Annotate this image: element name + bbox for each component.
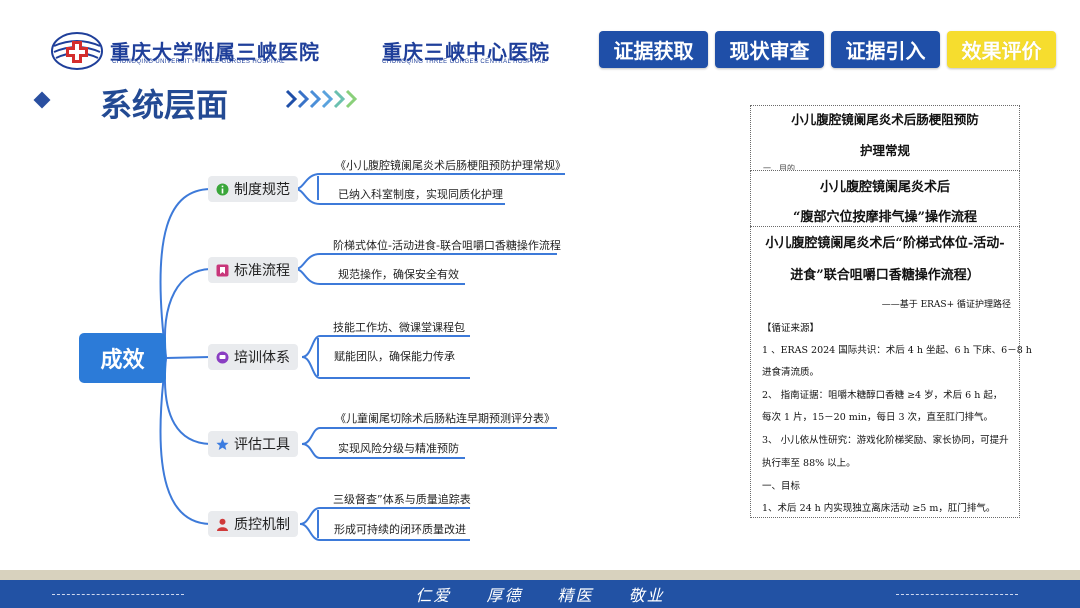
doc3-line: 3、 小儿依从性研究：游戏化阶梯奖励、家长协同，可提升 bbox=[762, 435, 1009, 446]
leaf-text: 《儿童阑尾切除术后肠粘连早期预测评分表》 bbox=[335, 412, 555, 425]
doc3-line: 1 、ERAS 2024 国际共识：术后 4 h 坐起、6 h 下床、6－8 h bbox=[762, 345, 1032, 356]
motto-word: 精医 bbox=[557, 586, 594, 605]
leaf-text: 《小儿腹腔镜阑尾炎术后肠梗阻预防护理常规》 bbox=[335, 159, 566, 172]
footer-band bbox=[0, 570, 1080, 580]
doc2-title-line1: 小儿腹腔镜阑尾炎术后 bbox=[819, 180, 950, 195]
doc3-line: 进食清流质。 bbox=[762, 367, 820, 378]
branch-institution: 制度规范 bbox=[208, 176, 298, 202]
branch-label: 培训体系 bbox=[234, 350, 290, 366]
doc3-line: 执行率至 88% 以上。 bbox=[762, 458, 856, 469]
branch-standard-process: 标准流程 bbox=[208, 257, 298, 283]
doc3-title-line1: 小儿腹腔镜阑尾炎术后“阶梯式体位-活动- bbox=[765, 236, 1005, 251]
document-1: 小儿腹腔镜阑尾炎术后肠梗阻预防 护理常规 一、目的 bbox=[750, 105, 1020, 177]
bookmark-icon bbox=[216, 264, 229, 277]
document-3: 小儿腹腔镜阑尾炎术后“阶梯式体位-活动- 进食”联合咀嚼口香糖操作流程） ——基… bbox=[750, 226, 1032, 518]
branch-label: 质控机制 bbox=[234, 517, 290, 533]
document-2: 小儿腹腔镜阑尾炎术后 “腹部穴位按摩排气操”操作流程 bbox=[750, 170, 1020, 230]
leaf-text: 阶梯式体位-活动进食-联合咀嚼口香糖操作流程 bbox=[333, 239, 561, 252]
motto-word: 敬业 bbox=[628, 586, 665, 605]
doc3-line: 每次 1 片，15－20 min，每日 3 次，直至肛门排气。 bbox=[762, 412, 994, 423]
branch-label: 评估工具 bbox=[234, 437, 290, 453]
leaf-text: 赋能团队，确保能力传承 bbox=[334, 350, 455, 363]
leaf-text: 已纳入科室制度，实现同质化护理 bbox=[338, 188, 503, 201]
mindmap-root: 成效 bbox=[79, 333, 166, 383]
doc2-title-line2: “腹部穴位按摩排气操”操作流程 bbox=[793, 210, 977, 225]
leaf-text: 三级督查”体系与质量追踪表 bbox=[333, 493, 471, 506]
doc3-line: 【循证来源】 bbox=[762, 323, 820, 334]
branch-label: 标准流程 bbox=[234, 263, 290, 279]
leaf-text: 形成可持续的闭环质量改进 bbox=[334, 523, 466, 536]
doc3-line: 2、 指南证据：咀嚼木糖醇口香糖 ≥4 岁，术后 6 h 起， bbox=[762, 390, 1003, 401]
branch-training-system: 培训体系 bbox=[208, 344, 298, 370]
person-icon bbox=[216, 518, 229, 531]
leaf-text: 实现风险分级与精准预防 bbox=[338, 442, 459, 455]
leaf-text: 规范操作，确保安全有效 bbox=[338, 268, 459, 281]
doc3-line: 一、目标 bbox=[762, 481, 801, 492]
doc3-line: 1、术后 24 h 内实现独立离床活动 ≥5 m，肛门排气。 bbox=[762, 503, 996, 514]
doc1-title-line1: 小儿腹腔镜阑尾炎术后肠梗阻预防 bbox=[791, 112, 979, 127]
chat-icon bbox=[216, 351, 229, 364]
doc1-title-line2: 护理常规 bbox=[859, 143, 910, 158]
doc3-title-line2: 进食”联合咀嚼口香糖操作流程） bbox=[790, 268, 980, 283]
motto-word: 仁爱 bbox=[415, 586, 452, 605]
branch-assessment-tool: 评估工具 bbox=[208, 431, 298, 457]
info-icon bbox=[216, 183, 229, 196]
footer-motto: 仁爱 厚德 精医 敬业 bbox=[0, 582, 1080, 606]
leaf-text: 技能工作坊、微课堂课程包 bbox=[333, 321, 465, 334]
star-icon bbox=[216, 438, 229, 451]
branch-quality-control: 质控机制 bbox=[208, 511, 298, 537]
branch-label: 制度规范 bbox=[234, 182, 290, 198]
motto-word: 厚德 bbox=[486, 586, 523, 605]
doc3-subtitle: ——基于 ERAS+ 循证护理路径 bbox=[881, 300, 1011, 310]
